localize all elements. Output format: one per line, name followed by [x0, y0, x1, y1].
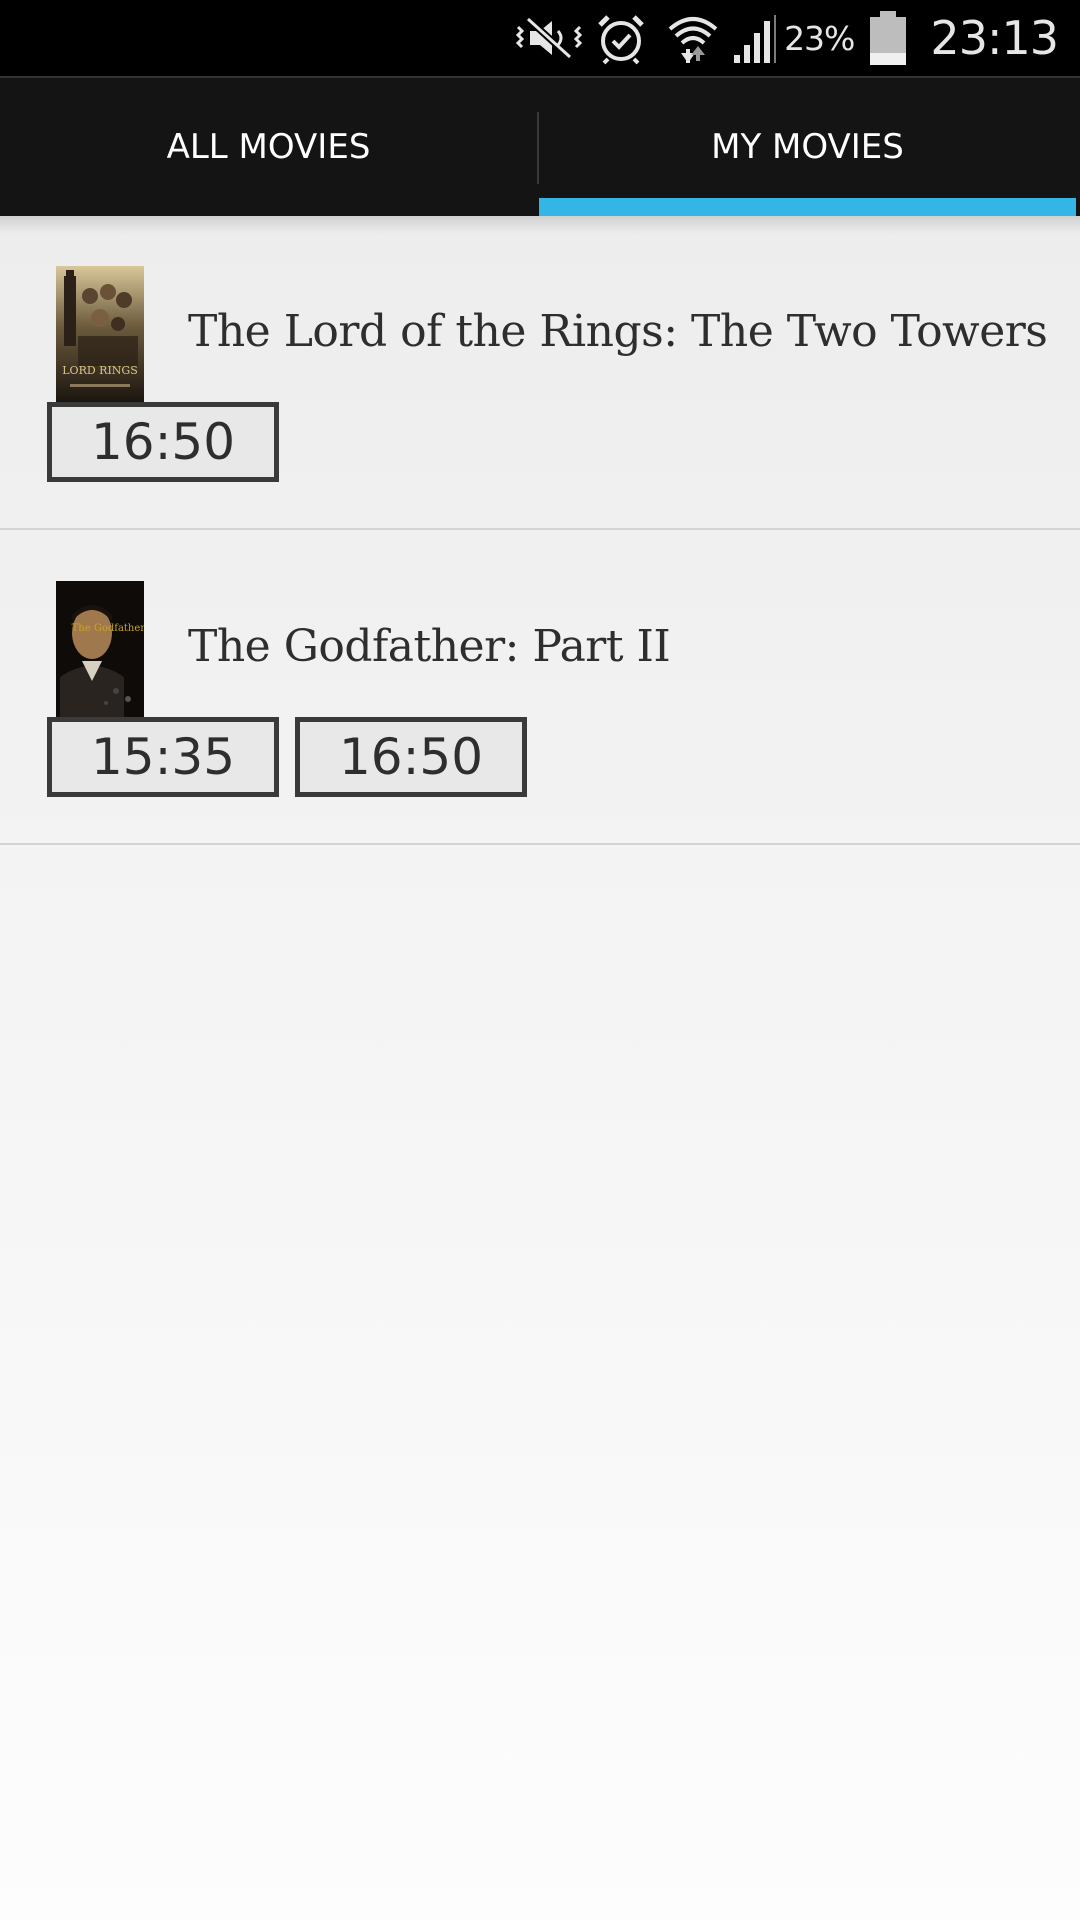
battery-percent: 23%: [784, 18, 855, 58]
wifi-icon: [666, 11, 720, 65]
mute-vibrate-icon: [514, 13, 584, 63]
battery-icon: [868, 9, 908, 67]
tab-bar: ALL MOVIES MY MOVIES: [0, 76, 1080, 216]
showtime-button[interactable]: 16:50: [47, 402, 279, 482]
status-icons: 23% 23:13: [514, 0, 1059, 76]
showtime-list: 16:50: [47, 402, 295, 482]
selected-tab-indicator: [539, 198, 1076, 216]
showtime-button[interactable]: 16:50: [295, 717, 527, 797]
movie-title: The Godfather: Part II: [188, 621, 671, 672]
tab-my-movies[interactable]: MY MOVIES: [539, 78, 1076, 216]
movie-poster: The Godfather Part II: [56, 581, 144, 717]
alarm-icon: [594, 11, 648, 65]
showtime-list: 15:35 16:50: [47, 717, 543, 797]
status-bar: 23% 23:13: [0, 0, 1080, 76]
poster-title-text: LORD RINGS: [62, 364, 138, 377]
movie-list-item[interactable]: The Godfather Part II The Godfather: Par…: [0, 531, 1080, 845]
tab-all-movies[interactable]: ALL MOVIES: [0, 78, 537, 216]
movie-list-item[interactable]: LORD RINGS The Lord of the Rings: The Tw…: [0, 216, 1080, 530]
movie-poster: LORD RINGS: [56, 266, 144, 402]
movie-title: The Lord of the Rings: The Two Towers: [188, 306, 1048, 357]
showtime-button[interactable]: 15:35: [47, 717, 279, 797]
poster-title-text: The Godfather Part II: [72, 623, 144, 634]
cell-signal-icon: [730, 11, 778, 65]
clock: 23:13: [930, 11, 1059, 65]
